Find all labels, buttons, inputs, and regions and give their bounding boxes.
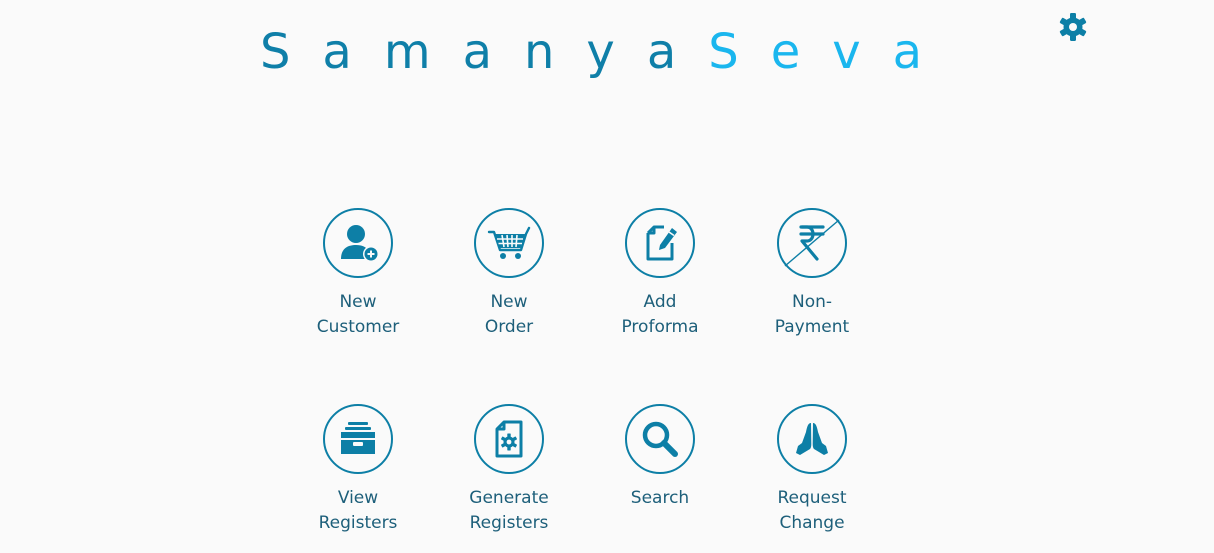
search-tile[interactable]: Search xyxy=(595,404,725,511)
rupee-strikethrough-icon xyxy=(784,219,840,267)
new-customer-tile[interactable]: New Customer xyxy=(293,208,423,340)
add-proforma-tile[interactable]: Add Proforma xyxy=(595,208,725,340)
archive-drawer-icon xyxy=(341,422,375,454)
request-change-tile[interactable]: Request Change xyxy=(747,404,877,536)
app-brand-title: SamanyaSeva xyxy=(0,24,1214,80)
view-registers-icon-circle xyxy=(323,404,393,474)
view-registers-label: View Registers xyxy=(318,488,398,533)
add-proforma-label: Add Proforma xyxy=(621,292,699,337)
brand-part-samanya: Samanya xyxy=(259,24,709,80)
new-customer-label: New Customer xyxy=(316,292,400,337)
search-icon xyxy=(642,421,678,457)
search-icon-circle xyxy=(625,404,695,474)
brand-part-seva: Seva xyxy=(708,24,955,80)
non-payment-tile[interactable]: Non- Payment xyxy=(747,208,877,340)
document-gear-icon xyxy=(495,420,523,458)
search-label: Search xyxy=(630,488,690,508)
new-order-tile[interactable]: New Order xyxy=(444,208,574,340)
edit-document-icon xyxy=(646,225,677,261)
request-change-label: Request Change xyxy=(777,488,847,533)
request-change-icon-circle xyxy=(777,404,847,474)
new-customer-icon-circle xyxy=(323,208,393,278)
settings-button[interactable] xyxy=(1057,11,1089,43)
new-order-label: New Order xyxy=(484,292,534,337)
non-payment-label: Non- Payment xyxy=(774,292,850,337)
non-payment-icon-circle xyxy=(777,208,847,278)
generate-registers-label: Generate Registers xyxy=(469,488,549,533)
new-order-icon-circle xyxy=(474,208,544,278)
shopping-cart-icon xyxy=(487,226,531,259)
view-registers-tile[interactable]: View Registers xyxy=(293,404,423,536)
add-proforma-icon-circle xyxy=(625,208,695,278)
folded-hands-icon xyxy=(796,423,828,455)
generate-registers-icon-circle xyxy=(474,404,544,474)
add-user-icon xyxy=(341,225,379,262)
gear-icon xyxy=(1059,13,1087,41)
home-page: SamanyaSeva New Customer New Order Add P… xyxy=(0,0,1214,553)
generate-registers-tile[interactable]: Generate Registers xyxy=(444,404,574,536)
